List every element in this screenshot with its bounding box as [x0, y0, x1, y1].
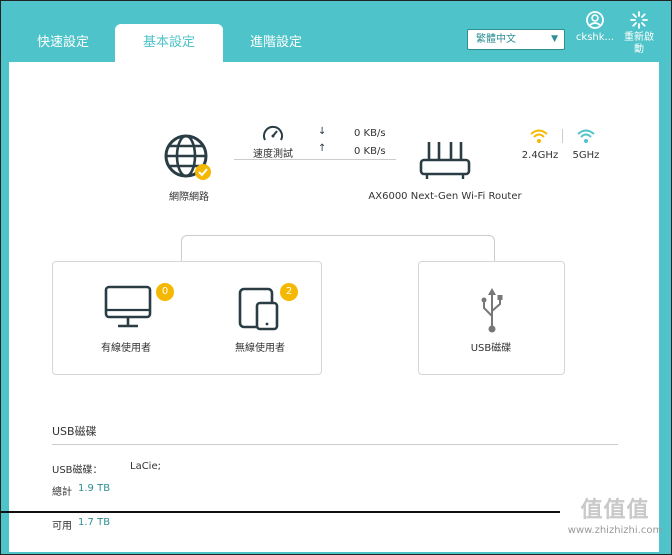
- router-icon[interactable]: [417, 138, 473, 182]
- tab-basic[interactable]: 基本設定: [115, 24, 223, 64]
- language-selected: 繁體中文: [476, 34, 516, 45]
- user-icon: [586, 11, 604, 29]
- topology-connector: [181, 235, 495, 263]
- usb-disk-value: LaCie;: [130, 461, 161, 472]
- reboot-button[interactable]: 重新啟動: [620, 10, 658, 56]
- globe-icon[interactable]: [163, 133, 215, 185]
- wifi-5ghz-icon[interactable]: [576, 128, 596, 144]
- upload-speed: 0 KB/s: [354, 146, 386, 157]
- download-arrow-icon: ↓: [318, 126, 327, 137]
- wired-count-badge: 0: [156, 283, 174, 301]
- usb-available-label: 可用: [52, 521, 72, 532]
- watermark-url: www.zhizhizhi.com: [567, 525, 663, 536]
- internet-label: 網際網路: [169, 192, 209, 203]
- speedtest-label[interactable]: 速度測試: [249, 145, 297, 160]
- band-24ghz-label: 2.4GHz: [521, 150, 559, 161]
- user-label: ckshk...: [575, 32, 615, 43]
- usb-disk-field-label: USB磁碟：: [52, 465, 103, 476]
- wireless-clients-label: 無線使用者: [235, 343, 285, 354]
- speed-divider: [234, 159, 396, 160]
- watermark: 值值值 www.zhizhizhi.com: [560, 497, 670, 536]
- black-rule: [0, 511, 560, 513]
- tab-advanced[interactable]: 進階設定: [236, 24, 316, 62]
- clients-card: 0 有線使用者 2 無線使用者: [52, 261, 322, 375]
- router-model: AX6000 Next-Gen Wi-Fi Router: [368, 191, 522, 202]
- monitor-icon[interactable]: [103, 284, 153, 330]
- usb-total-value: 1.9 TB: [78, 483, 111, 494]
- main-panel: 網際網路 速度測試 ↓ 0 KB/s ↑ 0 KB/s AX6000 Next-…: [9, 62, 659, 552]
- tablet-phone-icon[interactable]: [237, 286, 281, 332]
- language-select[interactable]: 繁體中文 ▼: [467, 29, 565, 50]
- reboot-label: 重新啟動: [624, 32, 654, 55]
- wireless-count-badge: 2: [280, 283, 298, 301]
- usb-section-divider: [52, 444, 618, 445]
- usb-total-label: 總計: [52, 487, 72, 498]
- wired-clients-label: 有線使用者: [101, 343, 151, 354]
- usb-section-title: USB磁碟: [52, 425, 97, 438]
- user-button[interactable]: ckshk...: [574, 10, 616, 43]
- wifi-24ghz-icon[interactable]: [529, 128, 549, 144]
- tab-quick-setup[interactable]: 快速設定: [22, 24, 104, 62]
- speedometer-icon[interactable]: [262, 124, 284, 144]
- usb-icon[interactable]: [479, 286, 505, 334]
- band-divider: [562, 129, 563, 143]
- chevron-down-icon: ▼: [551, 34, 558, 44]
- usb-card: USB磁碟: [418, 261, 565, 375]
- upload-arrow-icon: ↑: [318, 143, 327, 154]
- watermark-logo: 值值值: [580, 498, 650, 523]
- usb-available-value: 1.7 TB: [78, 517, 111, 528]
- reboot-icon: [630, 11, 648, 29]
- band-5ghz-label: 5GHz: [572, 150, 600, 161]
- usb-disk-label: USB磁碟: [470, 343, 512, 354]
- download-speed: 0 KB/s: [354, 128, 386, 139]
